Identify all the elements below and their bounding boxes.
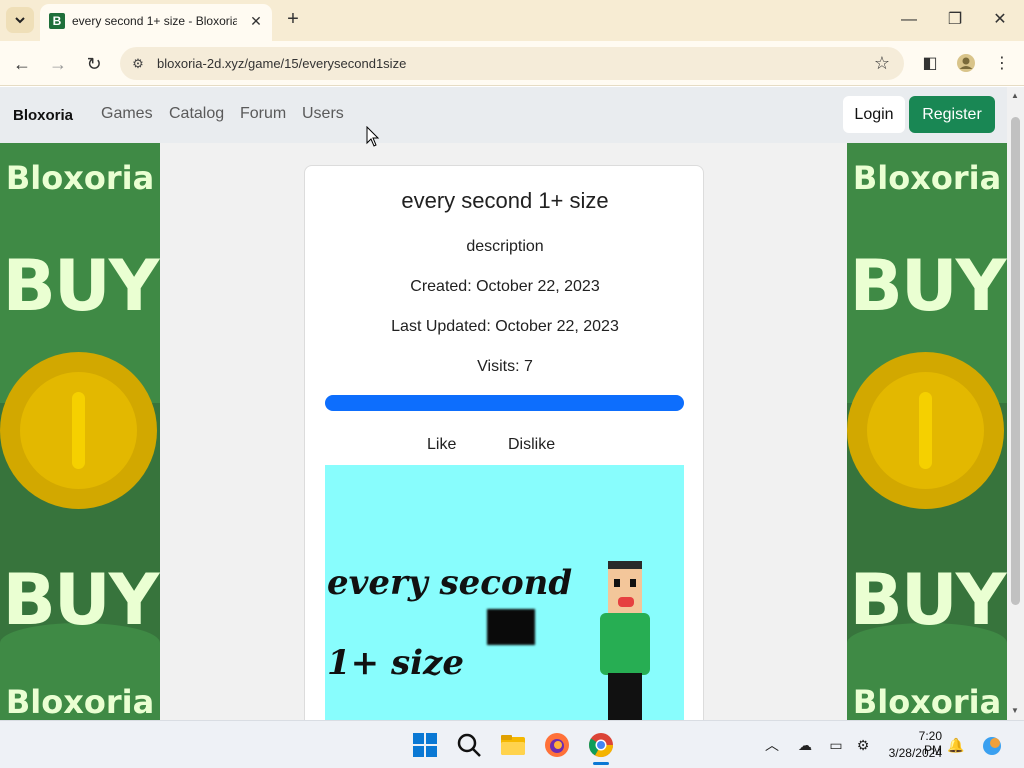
display-icon[interactable]: ▭: [826, 735, 846, 755]
clock-date[interactable]: 3/28/2024: [878, 746, 942, 760]
nav-users[interactable]: Users: [302, 105, 344, 123]
register-button[interactable]: Register: [909, 96, 995, 133]
game-card: every second 1+ size description Created…: [304, 165, 704, 720]
file-explorer-icon[interactable]: [499, 731, 527, 759]
page-scrollbar[interactable]: ▲ ▼: [1007, 87, 1024, 720]
like-ratio-bar: [325, 395, 684, 411]
scroll-up-arrow[interactable]: ▲: [1011, 91, 1019, 100]
dislike-button[interactable]: Dislike: [508, 436, 555, 454]
search-icon[interactable]: [455, 731, 483, 759]
forward-button[interactable]: →: [45, 51, 71, 77]
ad-brand-bottom: Bloxoria: [5, 683, 155, 720]
like-ratio-fill: [325, 395, 684, 411]
windows-taskbar: ︿ ☁ ▭ ⚙ 7:20 PM 3/28/2024 🔔: [0, 720, 1024, 768]
browser-tab-strip: B every second 1+ size - Bloxoria ✕ + — …: [0, 0, 1024, 41]
windows-start-icon[interactable]: [411, 731, 439, 759]
active-app-indicator: [593, 762, 609, 765]
scroll-down-arrow[interactable]: ▼: [1011, 706, 1019, 715]
reload-button[interactable]: ↻: [81, 51, 107, 77]
left-ad-banner[interactable]: Bloxoria BUY BUY Bloxoria: [0, 143, 160, 720]
ad-buy-top: BUY: [849, 245, 1007, 327]
ad-brand-top: Bloxoria: [852, 159, 1002, 197]
profile-avatar-icon[interactable]: [955, 53, 977, 75]
page-viewport: Bloxoria Games Catalog Forum Users Login…: [0, 87, 1007, 720]
ad-buy-bottom: BUY: [849, 559, 1007, 641]
nav-catalog[interactable]: Catalog: [169, 105, 224, 123]
site-info-icon[interactable]: ⚙: [128, 54, 148, 74]
thumbnail-caption-1: every second: [327, 563, 573, 603]
game-title: every second 1+ size: [401, 188, 609, 213]
restore-button[interactable]: ❐: [940, 8, 970, 32]
game-updated-date: Last Updated: October 22, 2023: [391, 318, 619, 335]
close-window-button[interactable]: ✕: [985, 8, 1015, 32]
new-tab-button[interactable]: +: [282, 8, 304, 30]
chrome-icon[interactable]: [587, 731, 615, 759]
firefox-icon[interactable]: [543, 731, 571, 759]
login-button[interactable]: Login: [843, 96, 905, 133]
chevron-down-icon: [15, 17, 25, 24]
ad-brand-bottom: Bloxoria: [852, 683, 1002, 720]
active-tab[interactable]: B every second 1+ size - Bloxoria ✕: [40, 4, 272, 41]
close-tab-icon[interactable]: ✕: [247, 12, 265, 30]
nav-forum[interactable]: Forum: [240, 105, 286, 123]
back-button[interactable]: ←: [9, 51, 35, 77]
scrollbar-thumb[interactable]: [1011, 117, 1020, 605]
side-panel-icon[interactable]: ◧: [919, 53, 941, 75]
copilot-icon[interactable]: [980, 735, 1004, 755]
browser-toolbar: ← → ↻ ⚙ bloxoria-2d.xyz/game/15/everysec…: [0, 41, 1024, 86]
thumbnail-caption-2: 1+ size: [327, 643, 464, 683]
game-created-date: Created: October 22, 2023: [410, 278, 600, 295]
site-navbar: Bloxoria Games Catalog Forum Users Login…: [0, 87, 1007, 143]
coin-icon: [0, 352, 157, 509]
game-visits: Visits: 7: [477, 358, 533, 375]
url-text: bloxoria-2d.xyz/game/15/everysecond1size: [157, 56, 407, 71]
minimize-button[interactable]: —: [894, 8, 924, 32]
game-description: description: [466, 238, 544, 255]
site-brand[interactable]: Bloxoria: [13, 107, 73, 124]
site-favicon: B: [49, 13, 65, 29]
coin-icon: [847, 352, 1004, 509]
black-block: [487, 609, 535, 645]
avatar-character: [600, 561, 650, 720]
show-hidden-icons-chevron-icon[interactable]: ︿: [762, 735, 782, 755]
tab-search-button[interactable]: [6, 7, 34, 33]
bookmark-star-icon[interactable]: ☆: [874, 53, 890, 74]
network-volume-icon[interactable]: ⚙: [853, 735, 873, 755]
ad-buy-top: BUY: [2, 245, 160, 327]
right-ad-banner[interactable]: Bloxoria BUY BUY Bloxoria: [847, 143, 1007, 720]
cloud-offline-icon[interactable]: ☁: [795, 735, 815, 755]
nav-games[interactable]: Games: [101, 105, 153, 123]
like-button[interactable]: Like: [427, 436, 456, 454]
notification-bell-icon[interactable]: 🔔: [946, 735, 966, 755]
ad-brand-top: Bloxoria: [5, 159, 155, 197]
game-thumbnail[interactable]: every second 1+ size: [325, 465, 684, 720]
more-menu-icon[interactable]: ⋮: [991, 53, 1013, 75]
address-bar[interactable]: ⚙ bloxoria-2d.xyz/game/15/everysecond1si…: [120, 47, 904, 80]
mouse-cursor-icon: [366, 126, 380, 147]
ad-buy-bottom: BUY: [2, 559, 160, 641]
tab-title: every second 1+ size - Bloxoria: [72, 14, 237, 28]
